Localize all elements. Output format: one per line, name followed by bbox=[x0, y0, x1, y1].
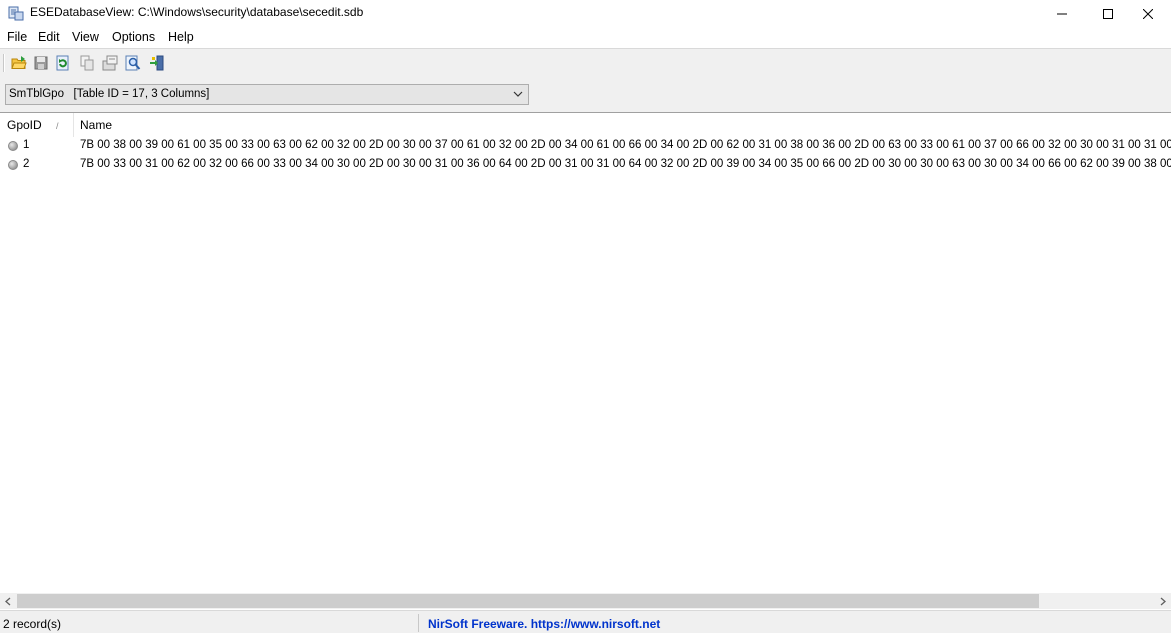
row-gpoid: 1 bbox=[23, 139, 30, 151]
record-bullet-icon bbox=[8, 160, 18, 170]
table-row[interactable]: 1 7B 00 38 00 39 00 61 00 35 00 33 00 63… bbox=[0, 137, 1171, 156]
record-bullet-icon bbox=[8, 141, 18, 151]
close-icon bbox=[1143, 8, 1153, 19]
open-icon bbox=[11, 56, 27, 69]
row-name: 7B 00 33 00 31 00 62 00 32 00 66 00 33 0… bbox=[80, 158, 1171, 170]
chevron-left-icon bbox=[5, 597, 11, 605]
scroll-right-button[interactable] bbox=[1155, 593, 1171, 609]
refresh-button[interactable] bbox=[53, 53, 73, 73]
table-select[interactable]: SmTblGpo [Table ID = 17, 3 Columns] bbox=[5, 84, 529, 105]
column-header-gpoid-label: GpoID bbox=[7, 118, 42, 132]
scrollbar-thumb[interactable] bbox=[17, 594, 1039, 608]
exit-icon bbox=[150, 55, 164, 71]
database-app-icon bbox=[8, 5, 24, 21]
find-icon bbox=[125, 55, 141, 71]
copy-icon bbox=[80, 55, 94, 71]
column-header-name-label: Name bbox=[80, 118, 113, 132]
refresh-icon bbox=[56, 55, 69, 71]
save-button[interactable] bbox=[31, 53, 51, 73]
status-divider bbox=[418, 614, 419, 632]
column-header-name[interactable]: Name bbox=[74, 113, 1171, 137]
window-title: ESEDatabaseView: C:\Windows\security\dat… bbox=[30, 5, 364, 19]
status-bar: 2 record(s) NirSoft Freeware. https://ww… bbox=[0, 610, 1171, 633]
properties-button[interactable] bbox=[100, 53, 120, 73]
save-icon bbox=[34, 56, 48, 70]
scroll-left-button[interactable] bbox=[0, 593, 16, 609]
sort-ascending-icon: / bbox=[56, 121, 59, 131]
nirsoft-link[interactable]: NirSoft Freeware. https://www.nirsoft.ne… bbox=[428, 617, 660, 631]
chevron-right-icon bbox=[1160, 597, 1166, 605]
records-list: GpoID / Name 1 7B 00 38 00 39 00 61 00 3… bbox=[0, 113, 1171, 593]
minimize-button[interactable] bbox=[1039, 0, 1085, 27]
toolbar: SmTblGpo [Table ID = 17, 3 Columns] bbox=[0, 48, 1171, 113]
menu-options[interactable]: Options bbox=[112, 30, 155, 44]
title-bar: ESEDatabaseView: C:\Windows\security\dat… bbox=[0, 0, 1171, 27]
close-button[interactable] bbox=[1125, 0, 1171, 27]
list-header: GpoID / Name bbox=[0, 113, 1171, 137]
maximize-icon bbox=[1103, 8, 1113, 19]
row-name: 7B 00 38 00 39 00 61 00 35 00 33 00 63 0… bbox=[80, 139, 1171, 151]
row-gpoid: 2 bbox=[23, 158, 30, 170]
menu-edit[interactable]: Edit bbox=[38, 30, 60, 44]
horizontal-scrollbar[interactable] bbox=[0, 593, 1171, 609]
menu-bar: File Edit View Options Help bbox=[0, 28, 1171, 48]
properties-icon bbox=[102, 55, 118, 71]
copy-button[interactable] bbox=[77, 53, 97, 73]
open-button[interactable] bbox=[9, 53, 29, 73]
menu-file[interactable]: File bbox=[7, 30, 27, 44]
table-row[interactable]: 2 7B 00 33 00 31 00 62 00 32 00 66 00 33… bbox=[0, 156, 1171, 175]
column-header-gpoid[interactable]: GpoID / bbox=[1, 113, 73, 137]
find-button[interactable] bbox=[123, 53, 143, 73]
table-select-value: SmTblGpo [Table ID = 17, 3 Columns] bbox=[9, 88, 210, 100]
menu-help[interactable]: Help bbox=[168, 30, 194, 44]
minimize-icon bbox=[1057, 13, 1067, 14]
chevron-down-icon bbox=[513, 91, 523, 97]
exit-button[interactable] bbox=[147, 53, 167, 73]
toolbar-grip bbox=[3, 54, 5, 72]
record-count: 2 record(s) bbox=[3, 617, 62, 631]
menu-view[interactable]: View bbox=[72, 30, 99, 44]
